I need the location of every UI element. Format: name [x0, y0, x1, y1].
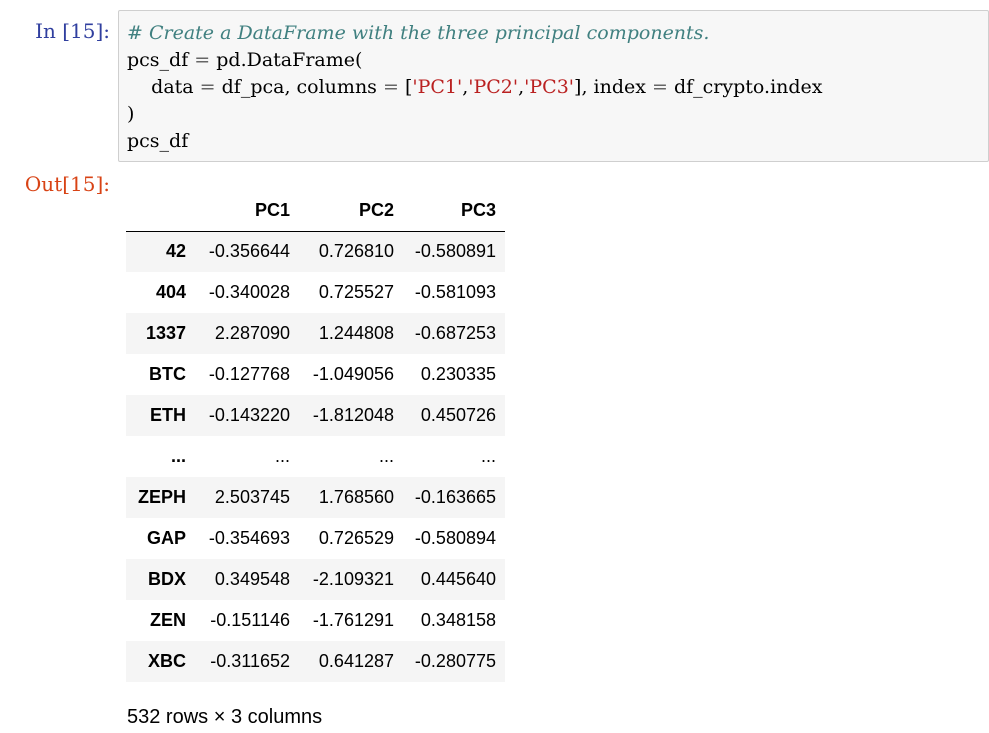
cell-pc2: 1.768560: [318, 487, 394, 507]
cell-pc1: -0.151146: [210, 610, 290, 630]
cell-pc1: -0.340028: [208, 282, 290, 302]
dataframe-shape-note: 532 rows × 3 columns: [127, 706, 323, 728]
row-index: BTC: [149, 364, 186, 384]
output-prompt: Out[15]:: [24, 172, 110, 196]
row-index: XBC: [147, 651, 186, 671]
dataframe-table: PC1 PC2 PC3 42 -0.356644 0.726810 -0.580…: [126, 190, 505, 682]
code-token: data: [151, 76, 194, 98]
table-row: GAP -0.354693 0.726529 -0.580894: [126, 518, 505, 559]
table-row: XBC -0.311652 0.641287 -0.280775: [126, 641, 505, 682]
column-header-pc1: PC1: [195, 190, 299, 232]
code-token: pcs_df: [127, 130, 189, 152]
cell-pc2: -1.049056: [312, 364, 394, 384]
row-index: 1337: [145, 323, 186, 343]
cell-pc1: -0.311652: [210, 651, 290, 671]
code-operator: =: [193, 76, 222, 98]
code-comment: # Create a DataFrame with the three prin…: [127, 22, 710, 44]
row-index: ZEN: [150, 610, 186, 630]
cell-pc3: -0.580894: [414, 528, 496, 548]
cell-pc3: -0.581093: [414, 282, 496, 302]
cell-pc2: -1.761291: [312, 610, 394, 630]
code-token: ], index: [574, 76, 646, 98]
code-token: df_crypto.index: [673, 76, 823, 98]
code-operator: =: [376, 76, 405, 98]
row-index: GAP: [146, 528, 186, 548]
cell-pc1: -0.127768: [208, 364, 290, 384]
code-token: ): [127, 103, 135, 125]
cell-pc2: -2.109321: [312, 569, 394, 589]
table-row: 1337 2.287090 1.244808 -0.687253: [126, 313, 505, 354]
cell-pc1: 2.287090: [214, 323, 290, 343]
cell-pc3: -0.580891: [414, 241, 496, 262]
row-index: 42: [165, 241, 186, 262]
code-operator: =: [645, 76, 674, 98]
table-row: 42 -0.356644 0.726810 -0.580891: [126, 231, 505, 272]
cell-pc1: 2.503745: [214, 487, 290, 507]
cell-pc2: 0.641287: [318, 651, 394, 671]
table-row: ZEPH 2.503745 1.768560 -0.163665: [126, 477, 505, 518]
code-line: pcs_df: [127, 128, 988, 155]
cell-pc3: ...: [480, 446, 496, 466]
table-row: BTC -0.127768 -1.049056 0.230335: [126, 354, 505, 395]
code-token: pd.DataFrame(: [216, 49, 363, 71]
cell-pc2: 0.725527: [318, 282, 394, 302]
table-row-ellipsis: ... ... ... ...: [126, 436, 505, 477]
cell-pc1: -0.143220: [208, 405, 290, 425]
column-header-pc2: PC2: [299, 190, 403, 232]
cell-pc2: 0.726810: [318, 241, 394, 262]
code-line: ): [127, 101, 988, 128]
code-string: 'PC2': [468, 76, 519, 98]
row-index: ZEPH: [137, 487, 186, 507]
cell-pc3: 0.230335: [420, 364, 496, 384]
cell-pc1: -0.356644: [208, 241, 290, 262]
cell-pc2: -1.812048: [312, 405, 394, 425]
code-input-area[interactable]: # Create a DataFrame with the three prin…: [118, 10, 989, 162]
cell-pc3: 0.445640: [420, 569, 496, 589]
cell-pc3: -0.280775: [414, 651, 496, 671]
row-index: 404: [155, 282, 186, 302]
cell-pc2: 1.244808: [318, 323, 394, 343]
table-row: ETH -0.143220 -1.812048 0.450726: [126, 395, 505, 436]
cell-pc3: -0.687253: [414, 323, 496, 343]
table-row: BDX 0.349548 -2.109321 0.445640: [126, 559, 505, 600]
table-row: 404 -0.340028 0.725527 -0.581093: [126, 272, 505, 313]
table-row: ZEN -0.151146 -1.761291 0.348158: [126, 600, 505, 641]
code-token: df_pca, columns: [221, 76, 377, 98]
code-line: data = df_pca, columns = ['PC1','PC2','P…: [127, 74, 988, 101]
code-string: 'PC3': [524, 76, 575, 98]
column-header-pc3: PC3: [403, 190, 505, 232]
cell-pc2: 0.726529: [318, 528, 394, 548]
cell-pc3: 0.450726: [420, 405, 496, 425]
cell-pc3: 0.348158: [420, 610, 496, 630]
cell-pc3: -0.163665: [414, 487, 496, 507]
cell-pc1: ...: [274, 446, 290, 466]
code-line: # Create a DataFrame with the three prin…: [127, 20, 988, 47]
code-operator: =: [188, 49, 217, 71]
code-token: pcs_df: [127, 49, 189, 71]
cell-pc2: ...: [378, 446, 394, 466]
row-index: BDX: [147, 569, 186, 589]
table-header-row: PC1 PC2 PC3: [126, 190, 505, 232]
code-string: 'PC1': [412, 76, 463, 98]
code-line: pcs_df = pd.DataFrame(: [127, 47, 988, 74]
index-header: [126, 190, 195, 232]
row-index: ...: [170, 446, 186, 466]
input-prompt: In [15]:: [35, 19, 110, 43]
cell-pc1: 0.349548: [214, 569, 290, 589]
row-index: ETH: [150, 405, 186, 425]
cell-pc1: -0.354693: [208, 528, 290, 548]
